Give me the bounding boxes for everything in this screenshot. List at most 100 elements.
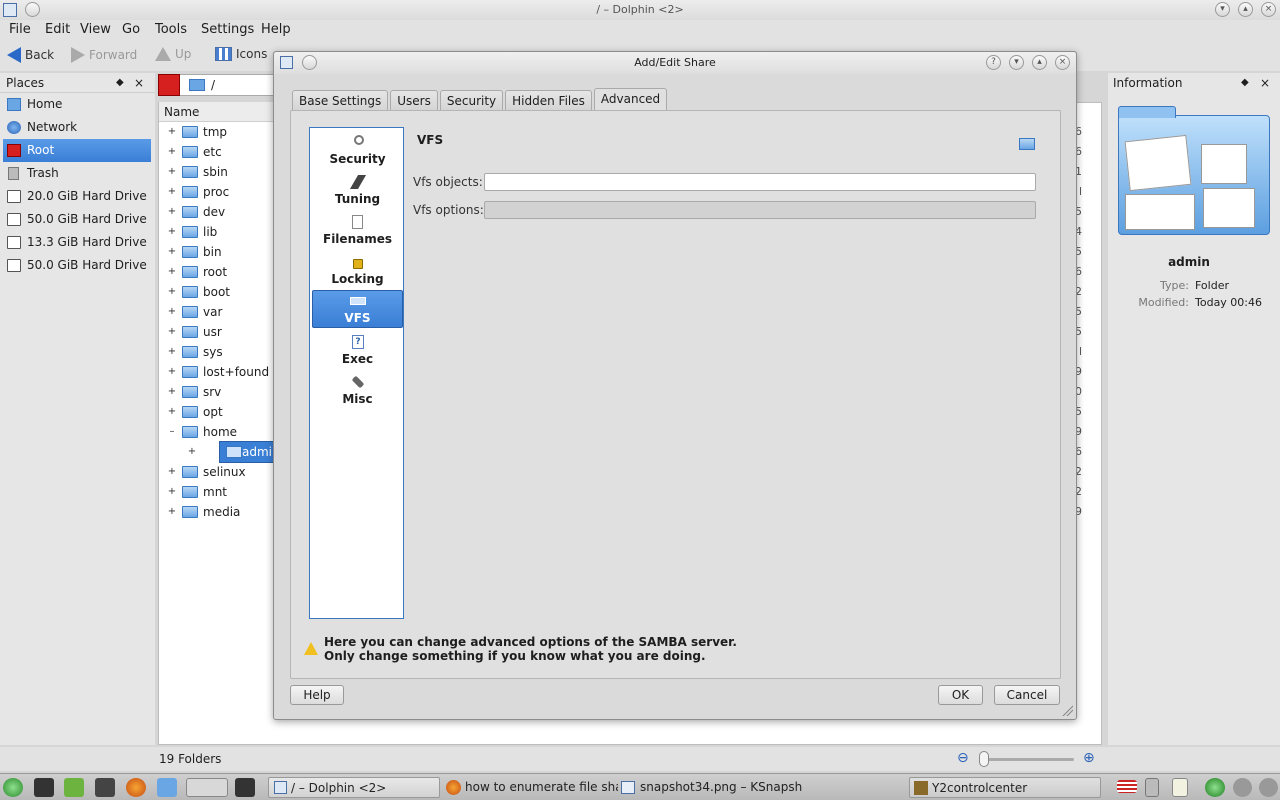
tree-item[interactable]: + lib: [164, 222, 274, 242]
place-drive-4[interactable]: 50.0 GiB Hard Drive: [0, 254, 155, 277]
expand-toggle-icon[interactable]: +: [167, 282, 177, 302]
category-filenames[interactable]: Filenames: [312, 212, 403, 250]
tab-base-settings[interactable]: Base Settings: [292, 90, 389, 111]
place-trash[interactable]: Trash: [0, 162, 155, 185]
tree-item[interactable]: + selinux: [164, 462, 274, 482]
location-path[interactable]: /: [211, 78, 215, 92]
expand-toggle-icon[interactable]: +: [167, 482, 177, 502]
tree-item[interactable]: + bin: [164, 242, 274, 262]
dialog-pin-icon[interactable]: [302, 55, 317, 70]
tree-item[interactable]: + sbin: [164, 162, 274, 182]
category-security[interactable]: Security: [312, 132, 403, 170]
tree-item[interactable]: + var: [164, 302, 274, 322]
column-header-name[interactable]: Name: [159, 102, 279, 122]
category-misc[interactable]: Misc: [312, 372, 403, 410]
tab-hidden-files[interactable]: Hidden Files: [505, 90, 592, 111]
tree-item[interactable]: + media: [164, 502, 274, 522]
dialog-minimize-button[interactable]: ▾: [1009, 55, 1024, 70]
dialog-maximize-button[interactable]: ▴: [1032, 55, 1047, 70]
resize-grip-icon[interactable]: [1061, 704, 1073, 716]
menu-go[interactable]: Go: [122, 22, 140, 37]
icons-view-button[interactable]: Icons: [215, 47, 267, 61]
tree-item[interactable]: + root: [164, 262, 274, 282]
zoom-out-icon[interactable]: ⊖: [957, 750, 969, 766]
ok-button[interactable]: OK: [938, 685, 983, 705]
category-exec[interactable]: ? Exec: [312, 332, 403, 370]
pin-icon[interactable]: [25, 2, 40, 17]
location-bar[interactable]: /: [158, 74, 278, 96]
expand-toggle-icon[interactable]: +: [167, 322, 177, 342]
place-network[interactable]: Network: [0, 116, 155, 139]
tree-item[interactable]: + dev: [164, 202, 274, 222]
expand-toggle-icon[interactable]: +: [167, 502, 177, 522]
menu-edit[interactable]: Edit: [45, 22, 70, 37]
terminal-icon[interactable]: [34, 778, 54, 797]
system-monitor-icon[interactable]: [235, 778, 255, 797]
expand-toggle-icon[interactable]: +: [167, 162, 177, 182]
dialog-help-button[interactable]: ?: [986, 55, 1001, 70]
expand-toggle-icon[interactable]: +: [167, 142, 177, 162]
tree-item[interactable]: + etc: [164, 142, 274, 162]
vfs-options-input[interactable]: [484, 201, 1036, 219]
category-tuning[interactable]: Tuning: [312, 172, 403, 210]
app-menu-icon[interactable]: [3, 3, 17, 17]
menu-help[interactable]: Help: [261, 22, 291, 37]
tab-security[interactable]: Security: [439, 90, 504, 111]
minimize-button[interactable]: ▾: [1215, 2, 1230, 17]
expand-toggle-icon[interactable]: +: [167, 302, 177, 322]
panel-close-icon[interactable]: ×: [134, 73, 144, 93]
forward-button[interactable]: Forward: [71, 47, 137, 63]
place-drive-3[interactable]: 13.3 GiB Hard Drive: [0, 231, 155, 254]
file-manager-icon[interactable]: [157, 778, 177, 797]
power-icon[interactable]: [1259, 778, 1278, 797]
vfs-objects-input[interactable]: [484, 173, 1036, 191]
clipboard-icon[interactable]: [1172, 778, 1188, 797]
zoom-slider[interactable]: [980, 758, 1074, 761]
tree-item[interactable]: + sys: [164, 342, 274, 362]
tree-item[interactable]: + srv: [164, 382, 274, 402]
place-drive-1[interactable]: 20.0 GiB Hard Drive: [0, 185, 155, 208]
help-button[interactable]: Help: [290, 685, 344, 705]
expand-toggle-icon[interactable]: +: [167, 122, 177, 142]
network-manager-icon[interactable]: [95, 778, 115, 797]
tab-users[interactable]: Users: [390, 90, 438, 111]
expand-toggle-icon[interactable]: +: [167, 362, 177, 382]
expand-toggle-icon[interactable]: +: [167, 242, 177, 262]
kde-menu-icon[interactable]: [3, 778, 23, 797]
expand-toggle-icon[interactable]: +: [167, 462, 177, 482]
up-button[interactable]: Up: [155, 47, 191, 61]
zoom-in-icon[interactable]: ⊕: [1083, 750, 1095, 766]
keyboard-layout-flag-icon[interactable]: [1117, 780, 1137, 793]
task-dolphin[interactable]: / – Dolphin <2>: [268, 777, 440, 798]
updater-icon[interactable]: [1205, 778, 1225, 797]
tree-item[interactable]: + opt: [164, 402, 274, 422]
task-browser[interactable]: how to enumerate file share: [443, 777, 618, 798]
expand-toggle-icon[interactable]: +: [167, 202, 177, 222]
zoom-slider-handle[interactable]: [979, 751, 989, 767]
tree-item[interactable]: + mnt: [164, 482, 274, 502]
category-locking[interactable]: Locking: [312, 252, 403, 290]
menu-file[interactable]: File: [9, 22, 31, 37]
menu-settings[interactable]: Settings: [201, 22, 254, 37]
desktop-pager-icon[interactable]: [186, 778, 228, 797]
tree-item[interactable]: + proc: [164, 182, 274, 202]
tree-item[interactable]: + usr: [164, 322, 274, 342]
tree-item[interactable]: + lost+found: [164, 362, 274, 382]
tree-item[interactable]: + tmp: [164, 122, 274, 142]
category-vfs[interactable]: VFS: [312, 290, 403, 328]
expand-toggle-icon[interactable]: +: [187, 442, 197, 462]
expand-toggle-icon[interactable]: +: [167, 262, 177, 282]
expand-toggle-icon[interactable]: –: [167, 422, 177, 442]
task-yast[interactable]: Y2controlcenter: [909, 777, 1101, 798]
panel-close-icon[interactable]: ×: [1260, 73, 1270, 93]
firefox-icon[interactable]: [126, 778, 146, 797]
panel-float-icon[interactable]: ◆: [1241, 73, 1249, 93]
expand-toggle-icon[interactable]: +: [167, 222, 177, 242]
place-drive-2[interactable]: 50.0 GiB Hard Drive: [0, 208, 155, 231]
expand-toggle-icon[interactable]: +: [167, 382, 177, 402]
place-root[interactable]: Root: [3, 139, 151, 162]
expand-toggle-icon[interactable]: +: [167, 342, 177, 362]
place-home[interactable]: Home: [0, 93, 155, 116]
opensuse-icon[interactable]: [64, 778, 84, 797]
tree-item[interactable]: – home: [164, 422, 274, 442]
